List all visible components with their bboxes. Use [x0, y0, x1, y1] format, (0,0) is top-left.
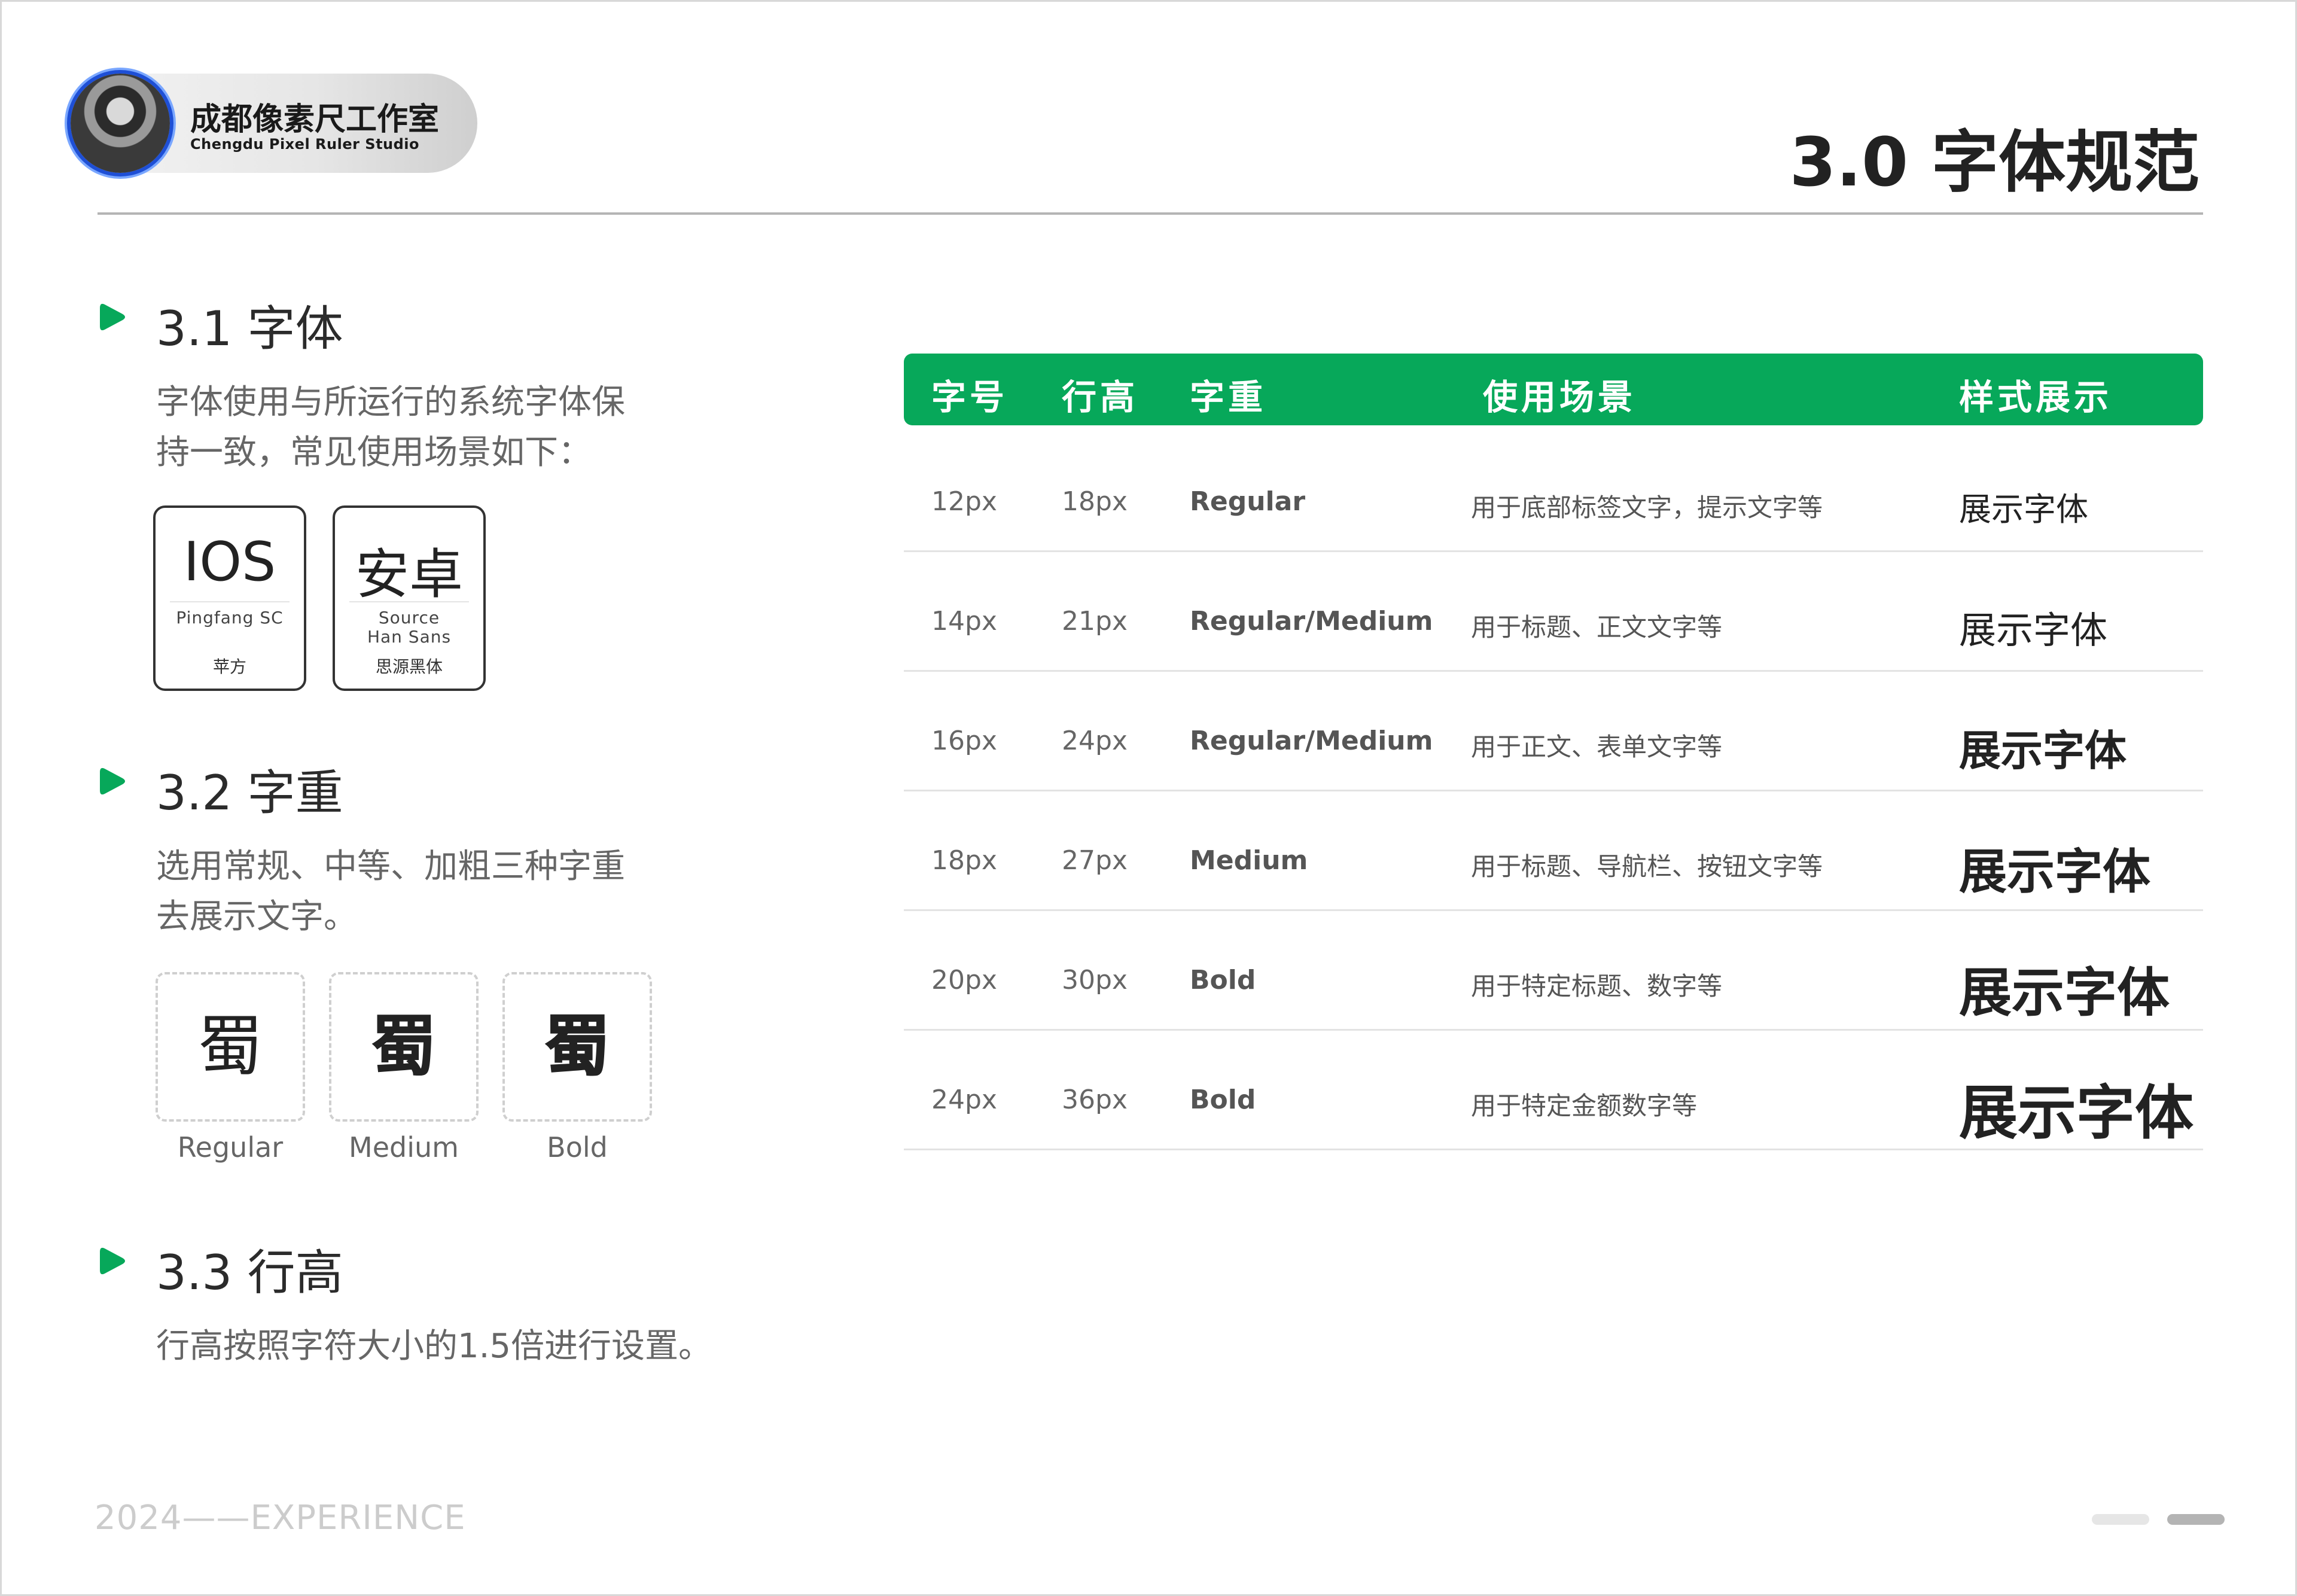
weight-label-medium: Medium	[349, 1131, 459, 1164]
avatar	[71, 74, 170, 173]
font-card-divider	[170, 601, 290, 602]
page-title: 3.0 字体规范	[1789, 124, 2199, 202]
cell-line-height: 18px	[1062, 486, 1128, 517]
font-card-android: 安卓 Source Han Sans 思源黑体	[333, 505, 486, 691]
cell-usage: 用于特定金额数字等	[1471, 1091, 1698, 1120]
cell-weight: Regular/Medium	[1190, 606, 1433, 636]
weight-sample-char: 蜀	[371, 1008, 437, 1085]
font-card-title: 安卓	[355, 543, 463, 606]
cell-size: 14px	[931, 606, 997, 636]
cell-line-height: 27px	[1062, 845, 1128, 876]
cell-usage: 用于正文、表单文字等	[1471, 732, 1723, 762]
cell-demo: 展示字体	[1959, 491, 2088, 528]
page-frame: 成都像素尺工作室 Chengdu Pixel Ruler Studio 3.0 …	[0, 0, 2297, 1596]
font-card-font-name: Pingfang SC	[176, 608, 284, 628]
cell-size: 24px	[931, 1085, 997, 1115]
section-title: 3.2 字重	[156, 765, 343, 821]
table-row: 24px 36px Bold 用于特定金额数字等 展示字体	[904, 1031, 2203, 1150]
header-weight: 字重	[1190, 377, 1267, 418]
cell-line-height: 30px	[1062, 965, 1128, 995]
brand-name: 成都像素尺工作室	[190, 102, 440, 138]
header-size: 字号	[931, 377, 1009, 418]
header-usage: 使用场景	[1483, 377, 1637, 418]
section-line-height-desc: 行高按照字符大小的1.5倍进行设置。	[156, 1327, 712, 1366]
font-card-title: IOS	[183, 531, 276, 593]
cell-size: 16px	[931, 726, 997, 756]
table-row: 20px 30px Bold 用于特定标题、数字等 展示字体	[904, 911, 2203, 1031]
section-weight-desc-1: 选用常规、中等、加粗三种字重	[156, 847, 625, 886]
weight-label-bold: Bold	[547, 1131, 608, 1164]
header-line-height: 行高	[1062, 377, 1139, 418]
pager-dot-1[interactable]	[2092, 1514, 2149, 1525]
weight-sample-char: 蜀	[197, 1008, 263, 1085]
table-row: 16px 24px Regular/Medium 用于正文、表单文字等 展示字体	[904, 672, 2203, 791]
font-card-divider	[349, 601, 469, 602]
weight-label-regular: Regular	[177, 1131, 284, 1164]
cell-size: 18px	[931, 845, 997, 876]
section-font-desc-2: 持一致，常见使用场景如下：	[156, 433, 592, 472]
table-header: 字号 行高 字重 使用场景 样式展示	[904, 354, 2203, 425]
brand-badge: 成都像素尺工作室 Chengdu Pixel Ruler Studio	[71, 74, 477, 173]
cell-demo: 展示字体	[1959, 962, 2170, 1024]
font-card-font-name: Source Han Sans	[367, 608, 452, 647]
font-card-ios: IOS Pingfang SC 苹方	[153, 505, 306, 691]
footer-text: 2024——EXPERIENCE	[95, 1498, 466, 1537]
cell-usage: 用于标题、导航栏、按钮文字等	[1471, 852, 1823, 881]
table-row: 14px 21px Regular/Medium 用于标题、正文文字等 展示字体	[904, 552, 2203, 672]
cell-weight: Regular	[1190, 486, 1306, 517]
weight-sample-medium: 蜀	[329, 972, 479, 1122]
section-font-desc-1: 字体使用与所运行的系统字体保	[156, 383, 625, 422]
table-row: 12px 18px Regular 用于底部标签文字，提示文字等 展示字体	[904, 432, 2203, 552]
cell-weight: Bold	[1190, 965, 1256, 995]
header-divider	[98, 212, 2203, 215]
play-bullet-icon	[100, 767, 125, 795]
cell-demo: 展示字体	[1959, 844, 2150, 900]
cell-demo: 展示字体	[1959, 608, 2108, 652]
cell-weight: Bold	[1190, 1085, 1256, 1115]
font-card-font-cn: 思源黑体	[375, 657, 443, 677]
weight-sample-bold: 蜀	[502, 972, 652, 1122]
cell-line-height: 21px	[1062, 606, 1128, 636]
cell-demo: 展示字体	[1959, 726, 2127, 775]
cell-usage: 用于标题、正文文字等	[1471, 613, 1723, 642]
play-bullet-icon	[100, 303, 125, 331]
header-demo: 样式展示	[1959, 377, 2113, 418]
font-card-font-cn: 苹方	[212, 657, 246, 677]
cell-line-height: 24px	[1062, 726, 1128, 756]
cell-size: 20px	[931, 965, 997, 995]
brand-subtitle: Chengdu Pixel Ruler Studio	[190, 136, 420, 153]
weight-sample-char: 蜀	[544, 1008, 611, 1085]
table-row: 18px 27px Medium 用于标题、导航栏、按钮文字等 展示字体	[904, 791, 2203, 911]
cell-usage: 用于底部标签文字，提示文字等	[1471, 493, 1823, 522]
pager-dot-2-active[interactable]	[2167, 1514, 2225, 1525]
play-bullet-icon	[100, 1247, 125, 1275]
cell-weight: Medium	[1190, 845, 1308, 876]
cell-usage: 用于特定标题、数字等	[1471, 971, 1723, 1001]
section-weight-desc-2: 去展示文字。	[156, 897, 357, 936]
cell-size: 12px	[931, 486, 997, 517]
weight-sample-regular: 蜀	[156, 972, 305, 1122]
cell-line-height: 36px	[1062, 1085, 1128, 1115]
section-title: 3.1 字体	[156, 301, 343, 357]
section-title: 3.3 行高	[156, 1245, 343, 1300]
cell-weight: Regular/Medium	[1190, 726, 1433, 756]
cell-demo: 展示字体	[1959, 1079, 2194, 1147]
